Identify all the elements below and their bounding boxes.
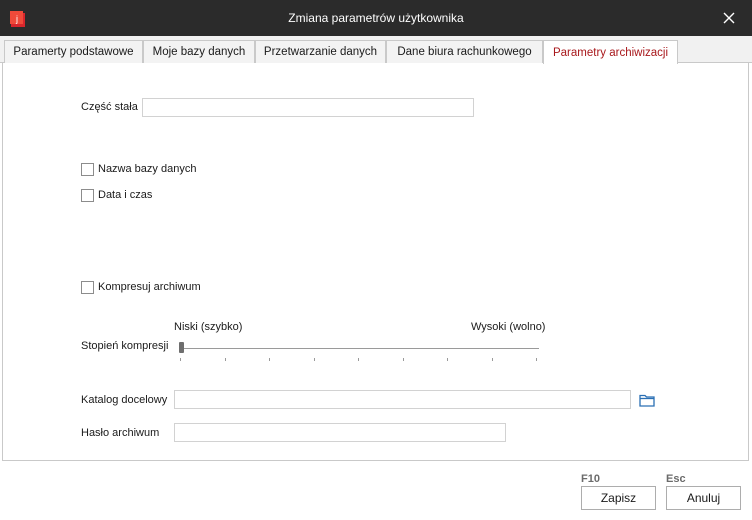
fixed-part-input[interactable] [142,98,474,117]
folder-icon[interactable] [639,393,655,407]
compression-level-label: Stopień kompresji [81,340,169,352]
password-label: Hasło archiwum [81,427,160,439]
slider-max-label: Wysoki (wolno) [471,321,546,333]
slider-tick [225,358,226,361]
tab-data-processing[interactable]: Przetwarzanie danych [255,40,386,63]
cancel-hotkey: Esc [666,473,686,485]
tab-my-databases[interactable]: Moje bazy danych [143,40,255,63]
compress-checkbox[interactable] [81,281,94,294]
tab-accounting-office[interactable]: Dane biura rachunkowego [386,40,543,63]
title-bar: j Zmiana parametrów użytkownika [0,0,752,36]
datetime-checkbox[interactable] [81,189,94,202]
target-dir-input[interactable] [174,390,631,409]
slider-tick [447,358,448,361]
slider-tick [403,358,404,361]
slider-tick [180,358,181,361]
cancel-button[interactable]: Anuluj [666,486,741,510]
window-title: Zmiana parametrów użytkownika [288,11,464,25]
db-name-checkbox[interactable] [81,163,94,176]
tab-strip: Paramerty podstawowe Moje bazy danych Pr… [0,36,752,64]
compression-slider[interactable] [183,348,539,349]
slider-min-label: Niski (szybko) [174,321,243,333]
fixed-part-label: Część stała [81,101,138,113]
save-button[interactable]: Zapisz [581,486,656,510]
slider-tick [492,358,493,361]
target-dir-label: Katalog docelowy [81,394,168,406]
slider-tick [314,358,315,361]
slider-tick [536,358,537,361]
close-icon [723,12,735,24]
save-hotkey: F10 [581,473,600,485]
password-input[interactable] [174,423,506,442]
db-name-label[interactable]: Nazwa bazy danych [98,163,196,175]
tab-basic-params[interactable]: Paramerty podstawowe [4,40,143,63]
slider-tick [269,358,270,361]
close-button[interactable] [706,0,752,36]
datetime-label[interactable]: Data i czas [98,189,152,201]
slider-tick [358,358,359,361]
compress-label[interactable]: Kompresuj archiwum [98,281,201,293]
tab-archive-params[interactable]: Parametry archiwizacji [543,40,678,64]
compression-slider-thumb[interactable] [179,342,184,353]
